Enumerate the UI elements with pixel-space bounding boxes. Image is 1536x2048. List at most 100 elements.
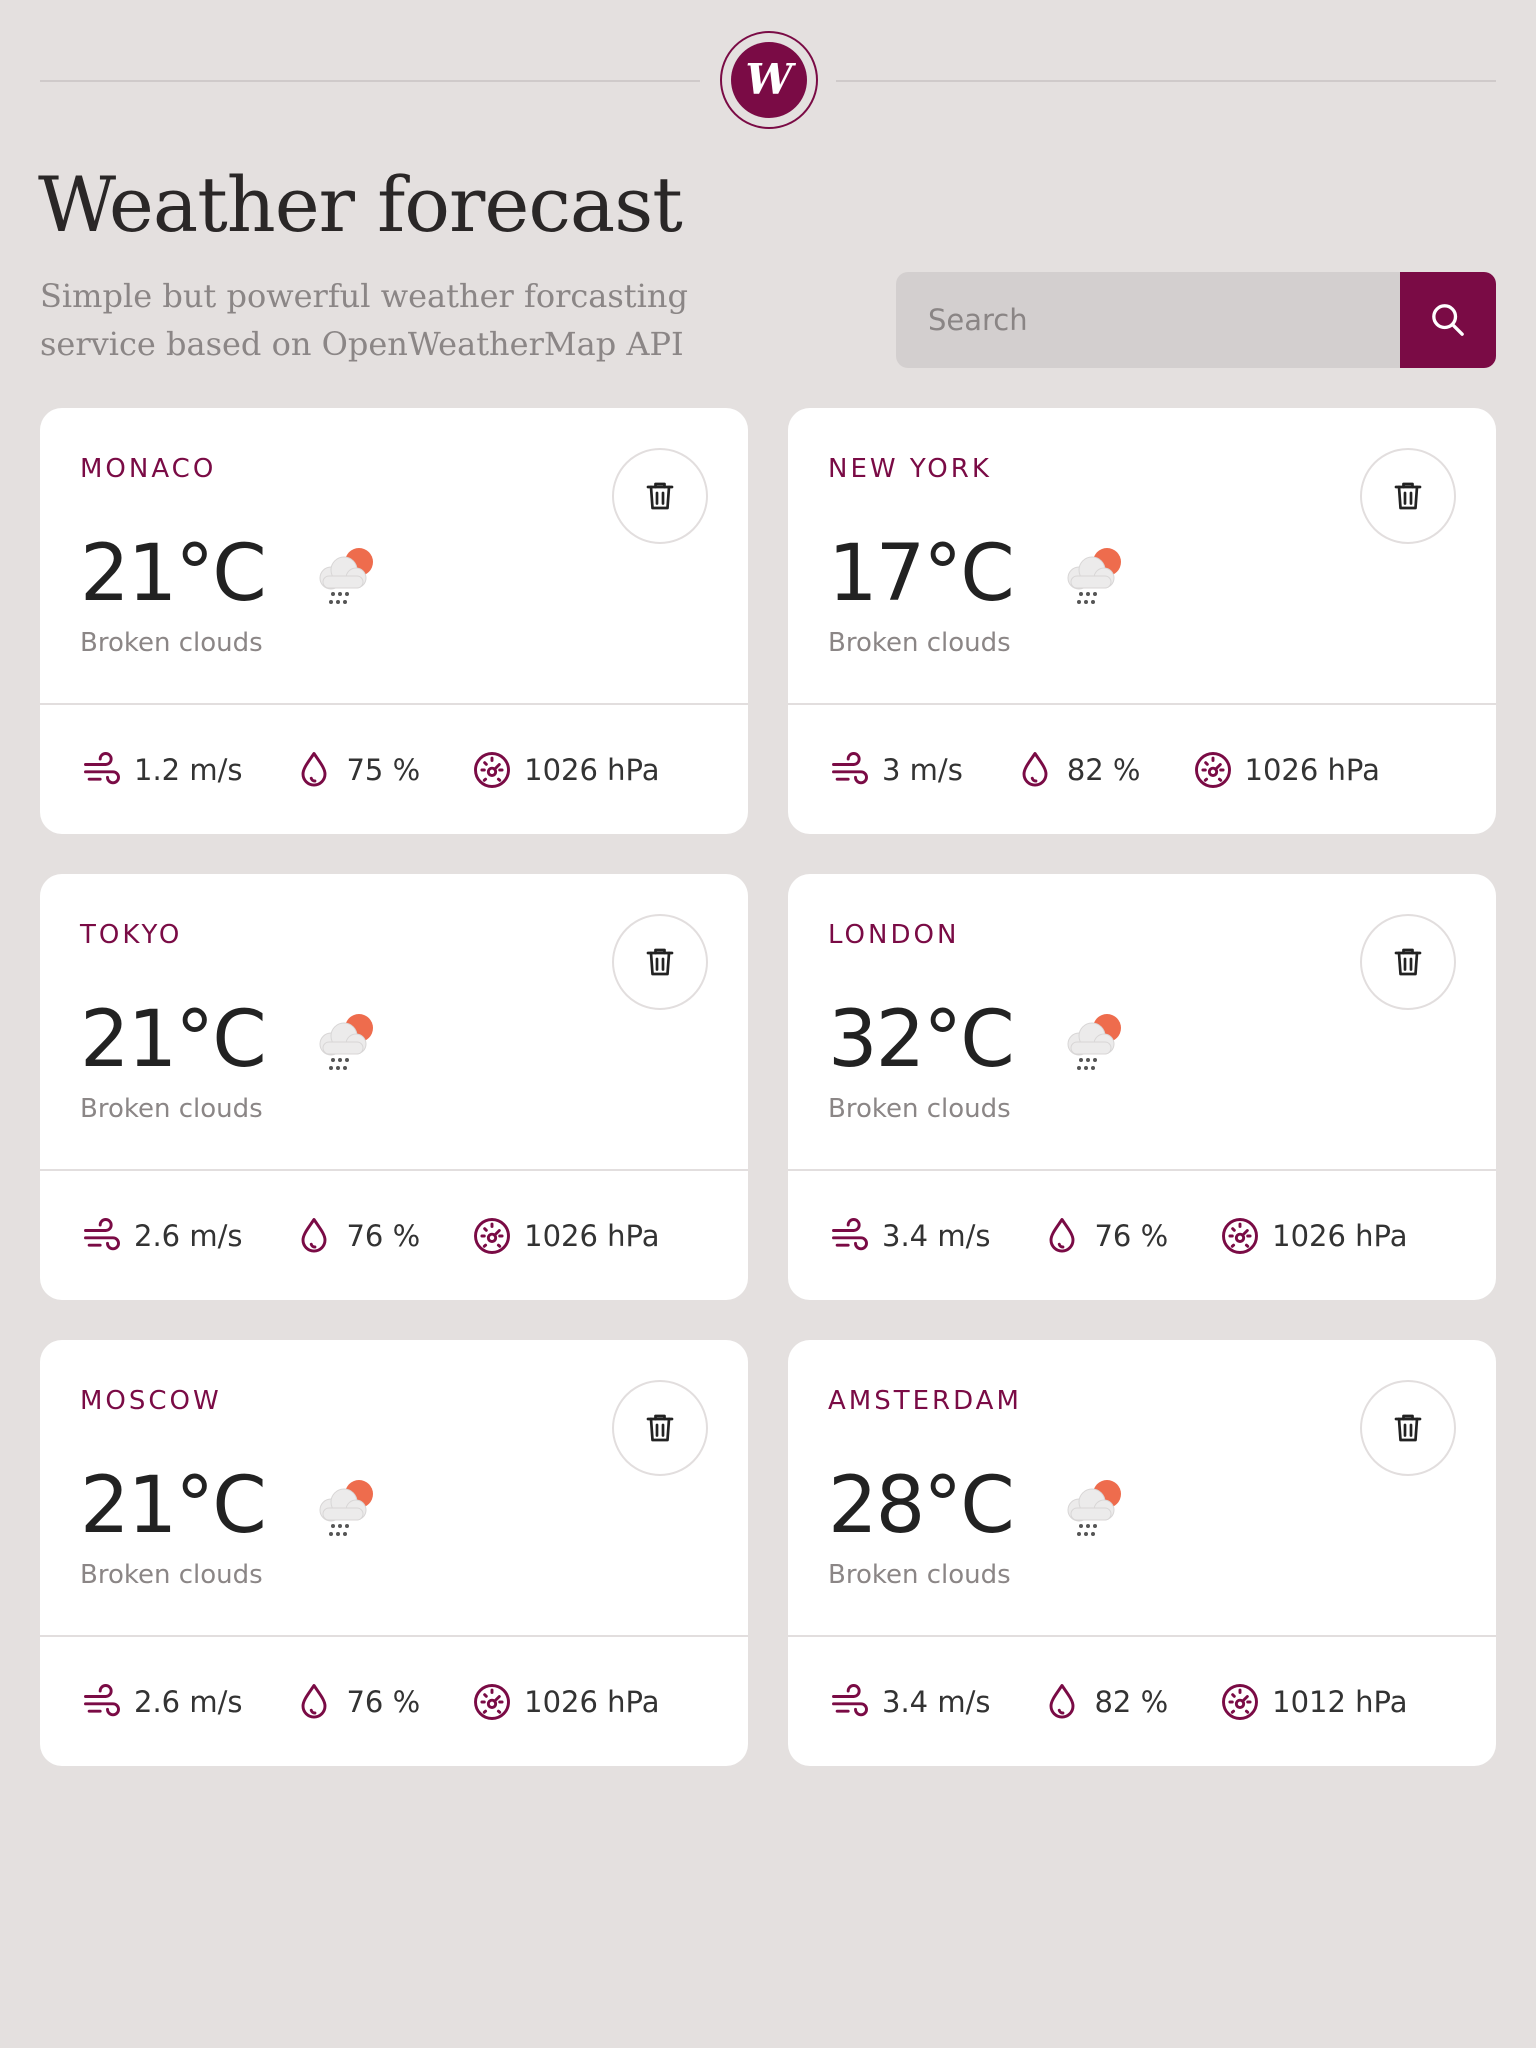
gauge-icon <box>1222 1217 1259 1254</box>
search-button[interactable] <box>1400 272 1496 368</box>
cloud-rain-sun-icon <box>1067 1014 1121 1070</box>
droplet-icon <box>302 751 327 786</box>
trash-icon <box>1394 948 1422 976</box>
cloud-rain-sun-icon <box>319 1480 373 1536</box>
city-card: MONACO 21°C Broken clouds 1.2 m/s 75 % 1… <box>40 408 748 834</box>
humidity-value: 82 % <box>1066 752 1141 787</box>
card-stats: 3.4 m/s 76 % 1026 hPa <box>788 1171 1496 1300</box>
card-header: MONACO 21°C Broken clouds <box>40 408 748 705</box>
wind-stat: 1.2 m/s <box>80 748 242 792</box>
temperature-row: 21°C <box>80 1458 385 1554</box>
weather-description: Broken clouds <box>828 1094 1011 1124</box>
delete-button[interactable] <box>612 914 708 1010</box>
pressure-value: 1012 hPa <box>1272 1684 1408 1719</box>
droplet-icon <box>1022 751 1048 786</box>
weather-description: Broken clouds <box>80 1560 263 1590</box>
wind-icon <box>832 1217 868 1250</box>
gauge-icon <box>1222 1683 1259 1720</box>
cloud-rain-sun-icon <box>319 1014 373 1070</box>
trash-icon <box>1394 1414 1422 1442</box>
temperature-row: 21°C <box>80 526 385 622</box>
wind-value: 2.6 m/s <box>134 1684 243 1719</box>
card-header: LONDON 32°C Broken clouds <box>788 874 1496 1171</box>
humidity-value: 76 % <box>346 1684 421 1719</box>
search-input[interactable] <box>896 272 1400 368</box>
search-bar <box>896 272 1496 368</box>
pressure-stat: 1012 hPa <box>1218 1680 1408 1724</box>
humidity-stat: 82 % <box>1040 1680 1168 1724</box>
weather-description: Broken clouds <box>80 628 263 658</box>
card-header: AMSTERDAM 28°C Broken clouds <box>788 1340 1496 1637</box>
delete-button[interactable] <box>1360 1380 1456 1476</box>
weather-description: Broken clouds <box>80 1094 263 1124</box>
humidity-value: 76 % <box>346 1218 421 1253</box>
city-name: TOKYO <box>80 920 183 950</box>
trash-icon <box>646 948 674 976</box>
city-card: NEW YORK 17°C Broken clouds 3 m/s 82 % 1… <box>788 408 1496 834</box>
wind-icon <box>84 751 120 784</box>
wind-stat: 3 m/s <box>828 748 963 792</box>
wind-value: 3 m/s <box>882 752 963 787</box>
city-name: MONACO <box>80 454 217 484</box>
card-stats: 2.6 m/s 76 % 1026 hPa <box>40 1637 748 1766</box>
pressure-value: 1026 hPa <box>524 752 660 787</box>
wind-value: 3.4 m/s <box>882 1218 991 1253</box>
brand-row: W <box>40 31 1496 129</box>
city-card-grid: MONACO 21°C Broken clouds 1.2 m/s 75 % 1… <box>40 408 1496 1766</box>
temperature-row: 28°C <box>828 1458 1133 1554</box>
logo[interactable]: W <box>720 31 818 129</box>
city-card: AMSTERDAM 28°C Broken clouds 3.4 m/s 82 … <box>788 1340 1496 1766</box>
humidity-stat: 75 % <box>292 748 420 792</box>
pressure-stat: 1026 hPa <box>470 1680 660 1724</box>
droplet-icon <box>1050 1683 1075 1718</box>
temperature: 32°C <box>828 995 1015 1085</box>
page-title: Weather forecast <box>38 160 683 249</box>
page: W Weather forecast Simple but powerful w… <box>0 0 1536 2048</box>
pressure-value: 1026 hPa <box>1272 1218 1408 1253</box>
wind-icon <box>84 1217 120 1250</box>
city-name: AMSTERDAM <box>828 1386 1022 1416</box>
temperature-row: 32°C <box>828 992 1133 1088</box>
wind-icon <box>832 1683 868 1716</box>
card-stats: 2.6 m/s 76 % 1026 hPa <box>40 1171 748 1300</box>
weather-description: Broken clouds <box>828 1560 1011 1590</box>
humidity-stat: 82 % <box>1013 748 1141 792</box>
trash-icon <box>646 482 674 510</box>
temperature: 21°C <box>80 529 267 619</box>
humidity-stat: 76 % <box>292 1214 420 1258</box>
wind-stat: 3.4 m/s <box>828 1214 990 1258</box>
temperature: 28°C <box>828 1461 1015 1551</box>
wind-value: 2.6 m/s <box>134 1218 243 1253</box>
wind-stat: 2.6 m/s <box>80 1680 242 1724</box>
delete-button[interactable] <box>1360 914 1456 1010</box>
delete-button[interactable] <box>612 1380 708 1476</box>
temperature: 17°C <box>828 529 1015 619</box>
pressure-value: 1026 hPa <box>524 1218 660 1253</box>
delete-button[interactable] <box>1360 448 1456 544</box>
temperature-row: 21°C <box>80 992 385 1088</box>
humidity-value: 76 % <box>1094 1218 1169 1253</box>
city-name: MOSCOW <box>80 1386 222 1416</box>
search-icon <box>1432 304 1464 336</box>
pressure-stat: 1026 hPa <box>1218 1214 1408 1258</box>
city-name: LONDON <box>828 920 960 950</box>
delete-button[interactable] <box>612 448 708 544</box>
gauge-icon <box>474 1683 511 1720</box>
card-stats: 3 m/s 82 % 1026 hPa <box>788 705 1496 834</box>
wind-value: 3.4 m/s <box>882 1684 991 1719</box>
card-header: NEW YORK 17°C Broken clouds <box>788 408 1496 705</box>
logo-letter: W <box>731 42 807 118</box>
wind-icon <box>84 1683 120 1716</box>
divider-right <box>836 80 1496 82</box>
cloud-rain-sun-icon <box>1067 548 1121 604</box>
city-name: NEW YORK <box>828 454 992 484</box>
humidity-value: 82 % <box>1094 1684 1169 1719</box>
pressure-value: 1026 hPa <box>524 1684 660 1719</box>
droplet-icon <box>1050 1217 1075 1252</box>
wind-stat: 2.6 m/s <box>80 1214 242 1258</box>
wind-stat: 3.4 m/s <box>828 1680 990 1724</box>
droplet-icon <box>302 1217 327 1252</box>
card-header: TOKYO 21°C Broken clouds <box>40 874 748 1171</box>
wind-value: 1.2 m/s <box>134 752 243 787</box>
trash-icon <box>646 1414 674 1442</box>
